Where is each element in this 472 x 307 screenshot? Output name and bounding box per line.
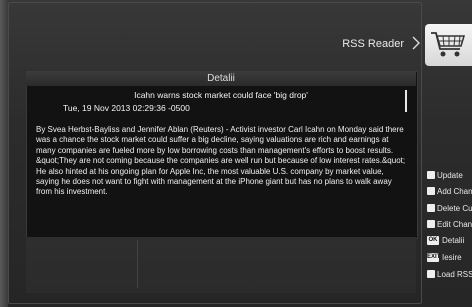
white-key-icon [427,204,435,212]
legend-exit-label: Iesire [442,253,462,262]
legend-ok-details[interactable]: OK Detalii [427,234,472,247]
legend-delete-current[interactable]: Delete Cu [427,202,472,215]
white-key-icon [427,270,435,278]
chevron-right-icon [412,36,420,50]
legend-edit-label: Edit Chan [437,220,472,229]
article-body: By Svea Herbst-Bayliss and Jennifer Abla… [36,125,406,197]
left-frame-edge [0,0,8,307]
legend-delete-label: Delete Cu [437,204,472,213]
article-date: Tue, 19 Nov 2013 02:29:36 -0500 [63,103,190,113]
white-key-icon [427,171,435,179]
legend-add-channel[interactable]: Add Chan [427,185,472,198]
page-title: RSS Reader [342,38,404,50]
legend-update[interactable]: Update [427,169,472,182]
white-key-icon [427,220,435,228]
shopping-cart-icon [431,32,466,57]
legend-edit-channel[interactable]: Edit Chan [427,218,472,231]
legend-load-rss[interactable]: Load RSS [427,268,472,281]
legend-update-label: Update [437,171,463,180]
legend-add-label: Add Chan [437,187,472,196]
detail-heading: Detalii [26,71,416,86]
scrollbar[interactable] [405,90,407,112]
vertical-divider [137,240,138,288]
shopping-cart-icon-box [425,24,472,66]
legend-exit[interactable]: EXIT Iesire [427,251,472,264]
white-key-icon [427,187,435,195]
ok-key-icon: OK [427,236,439,245]
exit-key-icon: EXIT [427,253,441,262]
legend-ok-label: Detalii [442,236,465,245]
article-title: Icahn warns stock market could face 'big… [134,90,308,100]
bottom-area [26,237,416,293]
legend-load-label: Load RSS [437,270,472,279]
